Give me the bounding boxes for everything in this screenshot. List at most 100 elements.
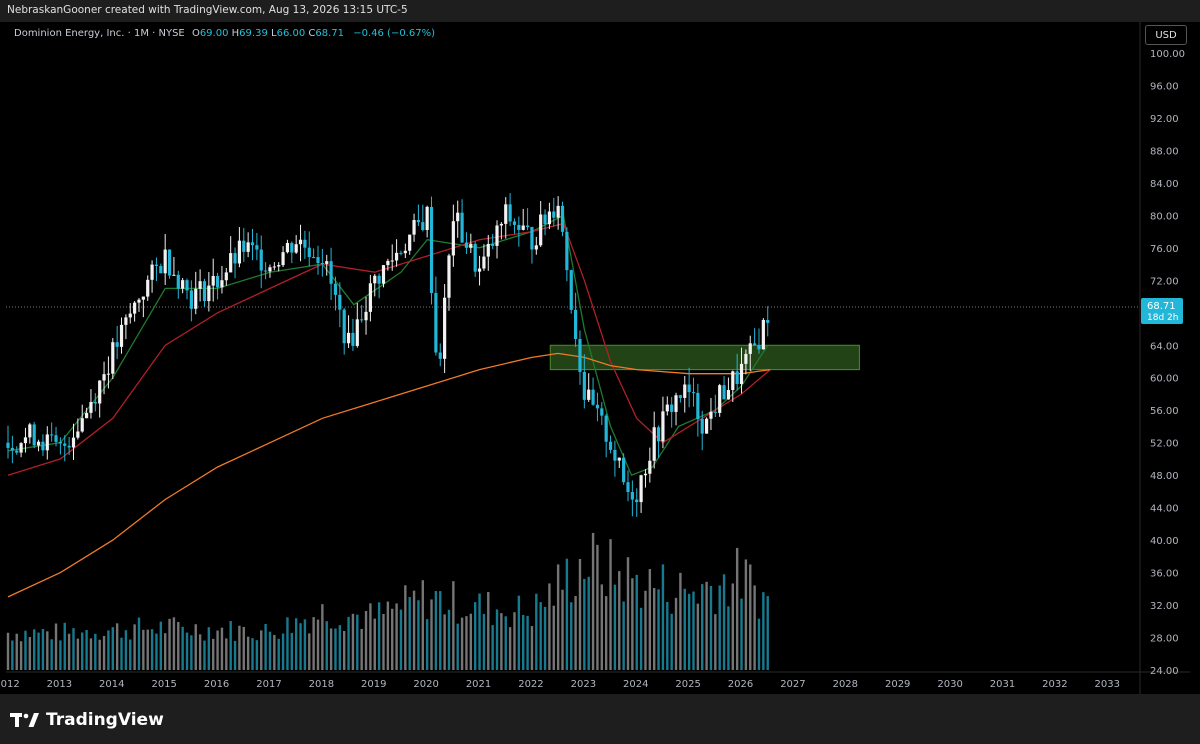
candle-body: [534, 245, 538, 250]
volume-bar: [421, 580, 424, 670]
candle-body: [124, 317, 128, 325]
candle-body: [456, 212, 460, 222]
volume-bar: [749, 564, 752, 670]
volume-bar: [473, 602, 477, 670]
candle-body: [434, 293, 438, 353]
volume-bar: [604, 596, 608, 670]
candle-body: [491, 243, 495, 246]
candle-body: [303, 239, 307, 248]
candle-body: [189, 290, 193, 309]
time-axis-label: 2020: [413, 679, 438, 690]
volume-bar: [124, 630, 128, 670]
volume-bar: [500, 613, 503, 670]
volume-bar: [190, 635, 193, 670]
candle-body: [678, 395, 682, 398]
candle-body: [45, 434, 49, 451]
candle-body: [661, 411, 665, 442]
volume-bar: [342, 630, 346, 670]
volume-bar: [81, 632, 84, 670]
candle-body: [76, 431, 80, 438]
volume-bar: [696, 603, 700, 670]
candle-body: [41, 441, 45, 451]
candle-body: [622, 457, 626, 483]
candle-body: [36, 441, 41, 446]
candle-body: [89, 402, 93, 413]
price-axis-label: 44.00: [1150, 504, 1179, 515]
volume-bar: [543, 606, 547, 670]
candle-body: [683, 384, 687, 398]
candle-body: [635, 499, 639, 503]
volume-bar: [216, 630, 219, 670]
candle-body: [591, 389, 595, 405]
volume-bar: [260, 630, 263, 670]
volume-bar: [692, 591, 695, 670]
volume-bar: [203, 640, 206, 670]
volume-bar: [652, 588, 656, 670]
candle-body: [102, 374, 106, 381]
volume-bar: [382, 613, 385, 670]
candle-body: [486, 243, 490, 257]
candle-body: [552, 211, 556, 218]
volume-bar: [6, 632, 10, 670]
volume-bar: [177, 621, 180, 670]
volume-bar: [482, 613, 486, 670]
candle-body: [722, 385, 726, 400]
candle-body: [67, 445, 71, 448]
volume-bar: [369, 603, 372, 670]
candle-body: [355, 319, 359, 346]
tradingview-brand[interactable]: TradingView: [10, 710, 164, 730]
volume-bar: [753, 585, 756, 670]
candle-body: [582, 371, 586, 400]
volume-bar: [674, 597, 678, 670]
candle-body: [718, 385, 722, 413]
candle-body: [726, 390, 731, 400]
volume-bar: [600, 584, 604, 670]
time-axis-label: 2018: [309, 679, 334, 690]
volume-bar: [277, 638, 280, 670]
volume-bar: [321, 604, 324, 670]
volume-bar: [168, 618, 171, 670]
volume-bar: [15, 633, 18, 670]
candle-body: [473, 243, 477, 272]
volume-bar: [373, 618, 376, 670]
volume-bar: [714, 614, 717, 670]
volume-bar: [526, 615, 529, 670]
candle-body: [443, 297, 447, 359]
candle-body: [312, 257, 316, 259]
volume-bar: [129, 639, 132, 670]
candle-body: [50, 434, 54, 436]
candle-body: [425, 206, 429, 230]
volume-bar: [85, 630, 88, 670]
candle-body: [735, 371, 739, 384]
price-axis-label: 60.00: [1150, 374, 1179, 385]
candle-body: [386, 260, 390, 266]
candle-body: [23, 437, 28, 444]
time-axis-label: 2023: [571, 679, 596, 690]
candle-body: [333, 283, 338, 295]
volume-bar: [63, 622, 66, 670]
price-axis-label: 32.00: [1150, 601, 1179, 612]
currency-button[interactable]: USD: [1145, 25, 1187, 45]
candle-body: [80, 418, 84, 432]
price-axis-label: 88.00: [1150, 146, 1179, 157]
volume-bar: [517, 595, 521, 670]
volume-bar: [574, 595, 577, 670]
candle-body: [495, 225, 499, 246]
price-axis-label: 72.00: [1150, 276, 1179, 287]
price-chart[interactable]: 24.00 28.00 32.00 36.00 40.00 44.00 48.00 52.00…: [0, 0, 1200, 694]
volume-bar: [644, 590, 647, 670]
volume-bar: [67, 633, 71, 670]
volume-bar: [535, 593, 538, 670]
candle-body: [648, 460, 652, 474]
volume-bar: [395, 603, 398, 670]
candle-body: [517, 224, 521, 230]
price-axis-label: 96.00: [1150, 81, 1179, 92]
candle-body: [211, 275, 215, 286]
candle-body: [215, 275, 220, 288]
volume-bar: [133, 624, 136, 670]
candle-body: [700, 418, 704, 434]
candle-body: [181, 280, 185, 289]
candle-body: [447, 255, 451, 298]
volume-bar: [661, 564, 665, 670]
volume-bar: [679, 572, 682, 670]
